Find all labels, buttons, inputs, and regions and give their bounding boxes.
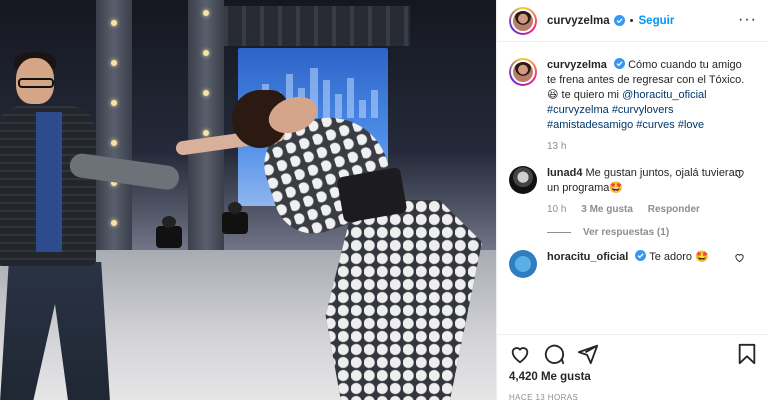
post-actions: 4,420 Me gusta HACE 13 HORAS: [497, 334, 768, 402]
save-bookmark-icon[interactable]: [737, 343, 757, 365]
ceiling-lights: [210, 6, 410, 46]
commenter-avatar[interactable]: [509, 250, 537, 278]
hashtag[interactable]: #curvylovers: [612, 104, 674, 116]
caption-author-avatar[interactable]: [509, 58, 537, 86]
author-avatar[interactable]: [509, 6, 537, 35]
comment-likes[interactable]: 3 Me gusta: [581, 204, 633, 215]
comment: lunad4 Me gustan juntos, ojalá tuvieran …: [509, 166, 757, 217]
like-heart-icon[interactable]: [509, 343, 531, 365]
share-paper-plane-icon[interactable]: [577, 343, 599, 365]
stage-spotlight: [222, 202, 248, 234]
post-photo[interactable]: [0, 0, 496, 400]
comment-text: Te adoro 🤩: [649, 251, 709, 263]
man-glasses: [18, 78, 54, 88]
comment-timestamp[interactable]: 10 h: [547, 204, 566, 215]
header-separator: •: [629, 14, 634, 27]
man-tshirt: [36, 112, 62, 252]
view-replies-button[interactable]: Ver respuestas (1): [547, 227, 757, 238]
post-header: curvyzelma • Seguir ···: [497, 0, 768, 42]
reply-button[interactable]: Responder: [648, 204, 700, 215]
comment-bubble-icon[interactable]: [543, 343, 565, 365]
caption-mention[interactable]: @horacitu_oficial: [622, 89, 707, 101]
stage-pillar: [96, 0, 132, 270]
post-side-panel: curvyzelma • Seguir ··· curvyzelma Cómo …: [496, 0, 768, 402]
instagram-post: curvyzelma • Seguir ··· curvyzelma Cómo …: [0, 0, 768, 402]
header-username[interactable]: curvyzelma: [547, 15, 610, 27]
like-comment-heart-icon[interactable]: [734, 252, 745, 263]
replies-line: [547, 232, 571, 233]
commenter-avatar[interactable]: [509, 166, 537, 194]
stage-spotlight: [156, 216, 182, 248]
comments-list[interactable]: curvyzelma Cómo cuando tu amigo te frena…: [497, 58, 768, 334]
follow-button[interactable]: Seguir: [639, 15, 675, 27]
comment-username[interactable]: lunad4: [547, 167, 582, 179]
like-comment-heart-icon[interactable]: [734, 168, 745, 179]
hashtag[interactable]: #love: [678, 119, 704, 131]
hashtag[interactable]: #curves: [636, 119, 675, 131]
verified-badge-icon: [614, 58, 625, 69]
verified-badge-icon: [613, 15, 625, 26]
comment-username[interactable]: horacitu_oficial: [547, 251, 628, 263]
likes-count[interactable]: 4,420 Me gusta: [509, 371, 757, 383]
caption: curvyzelma Cómo cuando tu amigo te frena…: [509, 58, 757, 154]
hashtag[interactable]: #curvyzelma: [547, 104, 609, 116]
posted-time: HACE 13 HORAS: [509, 393, 579, 402]
more-options-icon[interactable]: ···: [738, 12, 757, 28]
caption-username[interactable]: curvyzelma: [547, 59, 607, 71]
hashtag[interactable]: #amistadesamigo: [547, 119, 633, 131]
verified-badge-icon: [635, 250, 647, 261]
comment: horacitu_oficial Te adoro 🤩: [509, 250, 757, 278]
action-icons: [509, 341, 757, 367]
caption-timestamp[interactable]: 13 h: [547, 141, 566, 152]
view-replies-label: Ver respuestas (1): [583, 227, 670, 238]
